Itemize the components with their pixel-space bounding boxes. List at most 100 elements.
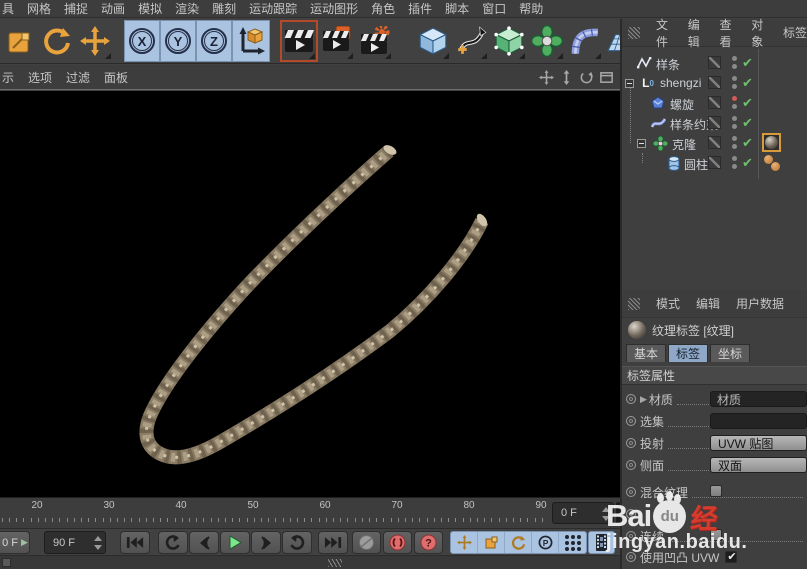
vp-menu-options[interactable]: 选项 <box>28 69 52 86</box>
menu-motion-tracker[interactable]: 运动跟踪 <box>249 0 297 17</box>
scale-tool-icon[interactable] <box>0 20 38 62</box>
panel-grip-icon[interactable] <box>628 26 640 39</box>
object-label[interactable]: 样条 <box>656 56 680 73</box>
record-position-button[interactable] <box>352 531 381 554</box>
lock-y-axis-button[interactable]: Y <box>160 20 196 62</box>
layer-box[interactable] <box>708 96 721 109</box>
texture-tag-selected[interactable] <box>762 133 781 152</box>
add-cube-icon[interactable] <box>414 20 452 62</box>
menu-help[interactable]: 帮助 <box>519 0 543 17</box>
visibility-dots[interactable] <box>732 95 738 111</box>
side-dropdown[interactable]: 双面 <box>710 457 807 473</box>
tree-row-spline[interactable]: 样条 <box>622 53 807 73</box>
prev-frame-button[interactable] <box>189 531 219 554</box>
layer-box[interactable] <box>708 76 721 89</box>
coordinate-system-icon[interactable] <box>232 20 270 62</box>
enabled-check-icon[interactable] <box>742 95 753 111</box>
materials-strip[interactable] <box>0 555 620 569</box>
menu-animate[interactable]: 动画 <box>101 0 125 17</box>
autokey-help-button[interactable]: ? <box>414 531 443 554</box>
menu-mograph[interactable]: 运动图形 <box>310 0 358 17</box>
record-active-objects-button[interactable] <box>383 531 412 554</box>
enabled-check-icon[interactable] <box>742 155 753 171</box>
viewport-orbit-icon[interactable] <box>579 70 594 85</box>
viewport-toggle-views-icon[interactable] <box>599 70 614 85</box>
visibility-dots[interactable] <box>732 75 738 91</box>
enabled-check-icon[interactable] <box>742 55 753 71</box>
strip-grip-icon[interactable] <box>328 559 342 567</box>
om-menu-view[interactable]: 查看 <box>720 16 736 50</box>
current-frame-field[interactable]: 0 F <box>552 502 614 524</box>
edit-render-settings-button[interactable] <box>356 20 394 62</box>
material-field[interactable]: 材质 <box>710 391 807 407</box>
goto-prev-key-button[interactable] <box>158 531 188 554</box>
anim-circle-icon[interactable] <box>626 394 636 404</box>
menu-character[interactable]: 角色 <box>371 0 395 17</box>
om-menu-objects[interactable]: 对象 <box>751 16 767 50</box>
layer-box[interactable] <box>708 156 721 169</box>
corner-handle[interactable] <box>2 558 11 567</box>
attr-menu-edit[interactable]: 编辑 <box>696 295 720 312</box>
vp-menu-display[interactable]: 示 <box>2 69 14 86</box>
tree-row-helix[interactable]: 螺旋 <box>622 93 807 113</box>
object-label[interactable]: 圆柱 <box>684 156 708 173</box>
projection-dropdown[interactable]: UVW 贴图 <box>710 435 807 451</box>
add-subdivision-surface-icon[interactable] <box>490 20 528 62</box>
ruler-end-handle[interactable] <box>616 502 620 524</box>
key-rotation-toggle[interactable] <box>505 532 532 553</box>
render-view-button[interactable] <box>280 20 318 62</box>
move-tool-icon[interactable] <box>76 20 114 62</box>
mix-textures-checkbox[interactable] <box>710 485 722 497</box>
selection-field[interactable] <box>710 413 807 429</box>
tree-row-cloner[interactable]: 克隆 <box>622 133 807 153</box>
lock-z-axis-button[interactable]: Z <box>196 20 232 62</box>
seamless-checkbox[interactable] <box>710 529 722 541</box>
visibility-dots[interactable] <box>732 55 738 71</box>
spinner-icon[interactable] <box>602 506 610 522</box>
om-menu-edit[interactable]: 编辑 <box>688 16 704 50</box>
collapse-expander[interactable] <box>625 79 634 88</box>
visibility-dots[interactable] <box>732 135 738 151</box>
timeline-ruler[interactable]: 20 30 40 50 60 70 80 90 0 F <box>0 497 620 528</box>
anim-circle-icon[interactable] <box>626 509 636 519</box>
menu-plugins[interactable]: 插件 <box>408 0 432 17</box>
panel-grip-icon[interactable] <box>628 297 640 310</box>
enabled-check-icon[interactable] <box>742 135 753 151</box>
layer-box[interactable] <box>708 56 721 69</box>
visibility-dots[interactable] <box>732 155 738 171</box>
key-position-toggle[interactable] <box>451 532 478 553</box>
attr-menu-userdata[interactable]: 用户数据 <box>736 295 784 312</box>
menu-script[interactable]: 脚本 <box>445 0 469 17</box>
use-bump-uvw-checkbox[interactable] <box>725 550 738 563</box>
om-menu-file[interactable]: 文件 <box>656 16 672 50</box>
anim-circle-icon[interactable] <box>626 487 636 497</box>
tree-row-spline-wrap[interactable]: 样条约束 <box>622 113 807 133</box>
key-parameter-toggle[interactable]: P <box>532 532 559 553</box>
object-label[interactable]: 克隆 <box>672 136 696 153</box>
render-to-picture-viewer-button[interactable] <box>318 20 356 62</box>
menu-snap[interactable]: 捕捉 <box>64 0 88 17</box>
attr-menu-mode[interactable]: 模式 <box>656 295 680 312</box>
goto-end-button[interactable] <box>318 531 348 554</box>
goto-next-key-button[interactable] <box>282 531 312 554</box>
enabled-check-icon[interactable] <box>742 75 753 91</box>
tab-tag[interactable]: 标签 <box>668 344 709 362</box>
play-button[interactable] <box>220 531 250 554</box>
vp-menu-panel[interactable]: 面板 <box>104 69 128 86</box>
current-frame-marker[interactable]: 0 F ▶ <box>0 531 30 554</box>
viewport-pan-icon[interactable] <box>539 70 554 85</box>
menu-render[interactable]: 渲染 <box>175 0 199 17</box>
anim-circle-icon[interactable] <box>626 552 636 562</box>
rope-object[interactable] <box>0 91 620 497</box>
visibility-dots[interactable] <box>732 115 738 131</box>
film-strip-icon[interactable] <box>589 532 614 553</box>
spinner-icon[interactable] <box>94 535 102 551</box>
rotate-tool-icon[interactable] <box>38 20 76 62</box>
anim-circle-icon[interactable] <box>626 531 636 541</box>
key-scale-toggle[interactable] <box>478 532 505 553</box>
viewport-dolly-icon[interactable] <box>559 70 574 85</box>
vp-menu-filter[interactable]: 过滤 <box>66 69 90 86</box>
tree-row-cylinder[interactable]: 圆柱 <box>622 153 807 173</box>
om-menu-tags[interactable]: 标签 <box>783 24 807 41</box>
layer-box[interactable] <box>708 136 721 149</box>
